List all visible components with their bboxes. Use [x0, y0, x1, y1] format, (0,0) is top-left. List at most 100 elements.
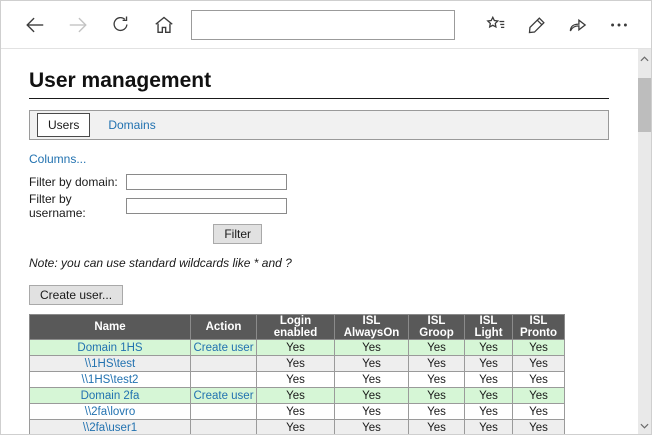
value-cell: Yes — [257, 340, 335, 356]
table-row: Domain 2faCreate userYesYesYesYesYes — [30, 388, 565, 404]
value-cell: Yes — [513, 404, 565, 420]
address-bar[interactable] — [191, 10, 455, 40]
value-cell: Yes — [409, 340, 465, 356]
filter-domain-input[interactable] — [126, 174, 287, 190]
columns-link[interactable]: Columns... — [29, 152, 86, 166]
name-cell: Domain 2fa — [30, 388, 191, 404]
action-cell — [191, 372, 257, 388]
create-user-link[interactable]: Create user — [193, 390, 253, 402]
table-row: \\1HS\test2YesYesYesYesYes — [30, 372, 565, 388]
filter-button[interactable]: Filter — [213, 224, 262, 244]
page-title: User management — [29, 69, 609, 99]
home-icon — [153, 14, 175, 36]
value-cell: Yes — [513, 340, 565, 356]
value-cell: Yes — [335, 404, 409, 420]
column-header-action: Action — [191, 315, 257, 340]
browser-window: User management Users Domains Columns...… — [0, 0, 652, 435]
chevron-down-icon — [640, 416, 649, 434]
more-button[interactable] — [598, 5, 639, 45]
row-name-link[interactable]: Domain 1HS — [77, 342, 142, 354]
value-cell: Yes — [409, 420, 465, 435]
value-cell: Yes — [257, 388, 335, 404]
column-header-login-enabled: Login enabled — [257, 315, 335, 340]
value-cell: Yes — [513, 356, 565, 372]
refresh-icon — [110, 14, 131, 35]
row-name-link[interactable]: \\2fa\lovro — [85, 406, 136, 418]
pen-icon — [526, 14, 548, 36]
value-cell: Yes — [513, 420, 565, 435]
table-row: \\1HS\testYesYesYesYesYes — [30, 356, 565, 372]
value-cell: Yes — [409, 388, 465, 404]
tab-bar: Users Domains — [29, 110, 609, 140]
column-header-isl-pronto: ISL Pronto — [513, 315, 565, 340]
value-cell: Yes — [335, 388, 409, 404]
scroll-down-button[interactable] — [638, 418, 651, 432]
action-cell — [191, 420, 257, 435]
filter-username-label: Filter by username: — [29, 192, 126, 220]
column-header-isl-light: ISL Light — [465, 315, 513, 340]
value-cell: Yes — [465, 420, 513, 435]
table-header-row: NameActionLogin enabledISL AlwaysOnISL G… — [30, 315, 565, 340]
back-icon — [24, 14, 46, 36]
value-cell: Yes — [257, 404, 335, 420]
filter-form: Filter by domain: Filter by username: Fi… — [29, 174, 262, 244]
row-name-link[interactable]: Domain 2fa — [81, 390, 140, 402]
name-cell: \\1HS\test2 — [30, 372, 191, 388]
value-cell: Yes — [409, 372, 465, 388]
row-name-link[interactable]: \\2fa\user1 — [83, 422, 137, 434]
chevron-up-icon — [640, 49, 649, 67]
value-cell: Yes — [513, 372, 565, 388]
name-cell: \\2fa\lovro — [30, 404, 191, 420]
name-cell: \\2fa\user1 — [30, 420, 191, 435]
main-area: User management Users Domains Columns...… — [29, 69, 609, 434]
value-cell: Yes — [257, 420, 335, 435]
value-cell: Yes — [513, 388, 565, 404]
filter-username-input[interactable] — [126, 198, 287, 214]
name-cell: \\1HS\test — [30, 356, 191, 372]
create-user-link[interactable]: Create user — [193, 342, 253, 354]
create-user-button[interactable]: Create user... — [29, 285, 123, 305]
action-cell — [191, 404, 257, 420]
value-cell: Yes — [335, 420, 409, 435]
user-table: NameActionLogin enabledISL AlwaysOnISL G… — [29, 314, 565, 434]
column-header-isl-alwayson: ISL AlwaysOn — [335, 315, 409, 340]
home-button[interactable] — [142, 5, 185, 45]
scroll-up-button[interactable] — [638, 51, 651, 65]
web-note-button[interactable] — [516, 5, 557, 45]
column-header-name: Name — [30, 315, 191, 340]
back-button[interactable] — [13, 5, 56, 45]
value-cell: Yes — [465, 404, 513, 420]
value-cell: Yes — [335, 340, 409, 356]
value-cell: Yes — [257, 356, 335, 372]
favorites-button[interactable] — [475, 5, 516, 45]
forward-button[interactable] — [56, 5, 99, 45]
table-body: Domain 1HSCreate userYesYesYesYesYes\\1H… — [30, 340, 565, 435]
table-row: \\2fa\user1YesYesYesYesYes — [30, 420, 565, 435]
share-icon — [567, 14, 589, 36]
scrollbar-thumb[interactable] — [638, 78, 651, 132]
toolbar-right-group — [475, 5, 639, 45]
value-cell: Yes — [257, 372, 335, 388]
value-cell: Yes — [335, 372, 409, 388]
tab-domains[interactable]: Domains — [108, 118, 155, 132]
action-cell: Create user — [191, 388, 257, 404]
browser-toolbar — [1, 1, 651, 49]
row-name-link[interactable]: \\1HS\test2 — [82, 374, 139, 386]
favorites-star-icon — [485, 14, 507, 36]
filter-domain-label: Filter by domain: — [29, 175, 126, 189]
refresh-button[interactable] — [99, 5, 142, 45]
value-cell: Yes — [465, 356, 513, 372]
action-cell: Create user — [191, 340, 257, 356]
name-cell: Domain 1HS — [30, 340, 191, 356]
column-header-isl-groop: ISL Groop — [409, 315, 465, 340]
ellipsis-icon — [608, 14, 630, 36]
row-name-link[interactable]: \\1HS\test — [85, 358, 136, 370]
table-row: Domain 1HSCreate userYesYesYesYesYes — [30, 340, 565, 356]
page-content: User management Users Domains Columns...… — [1, 49, 651, 434]
value-cell: Yes — [465, 372, 513, 388]
page-scrollbar[interactable] — [638, 49, 651, 434]
action-cell — [191, 356, 257, 372]
share-button[interactable] — [557, 5, 598, 45]
tab-users[interactable]: Users — [37, 113, 90, 137]
value-cell: Yes — [465, 388, 513, 404]
